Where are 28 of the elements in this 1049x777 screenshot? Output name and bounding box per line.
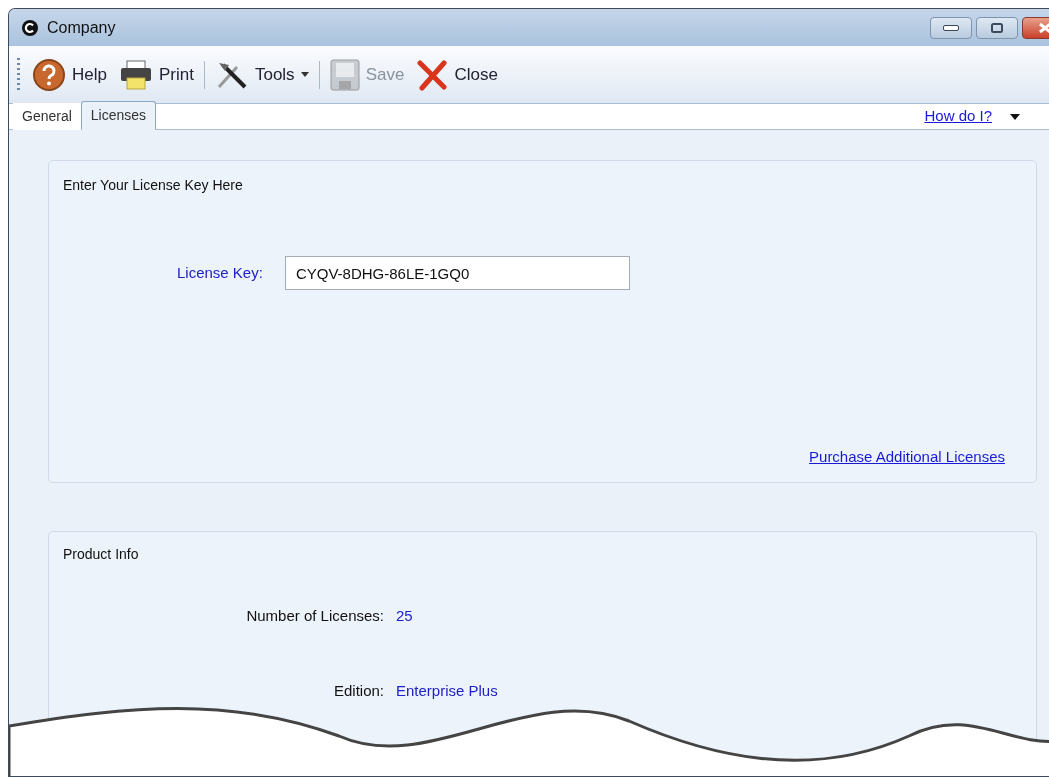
group-title: Product Info [62, 545, 140, 564]
x-mark-icon [416, 58, 449, 91]
dropdown-arrow-icon[interactable] [1010, 113, 1020, 120]
field-label: Edition: [333, 680, 384, 701]
tab[interactable]: Licenses [80, 101, 157, 130]
toolbar-button[interactable]: Close [412, 56, 502, 93]
maximize-icon [991, 22, 1003, 33]
toolbar-button[interactable]: Print [114, 56, 198, 93]
group-title: Enter Your License Key Here [62, 176, 244, 195]
help-link[interactable]: How do I? [924, 105, 992, 128]
help-icon [32, 57, 66, 92]
maximize-button[interactable] [976, 16, 1018, 39]
close-icon [1038, 21, 1049, 34]
field-label: Number of Licenses: [246, 606, 384, 626]
caret-icon [300, 72, 309, 77]
license-key-field[interactable]: CYQV-8DHG-86LE-1GQ0 [284, 256, 630, 290]
tools-dropdown-button[interactable]: Tools [210, 56, 313, 93]
app-logo-icon [21, 18, 39, 37]
minimize-icon [943, 24, 959, 31]
field-label: License Key: [177, 262, 263, 283]
minimize-button[interactable] [930, 16, 972, 39]
window-title: Company [47, 17, 116, 38]
field-value: Enterprise Plus [396, 680, 498, 701]
purchase-link[interactable]: Purchase Additional Licenses [809, 445, 1005, 468]
toolbar-button[interactable]: Help [28, 55, 111, 94]
printer-icon [118, 58, 153, 91]
tab[interactable]: General [13, 103, 81, 130]
field-value: 25 [396, 606, 413, 626]
